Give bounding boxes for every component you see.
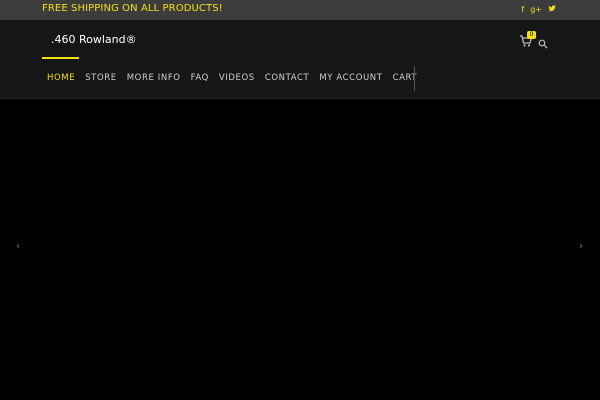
free-shipping-banner: FREE SHIPPING ON ALL PRODUCTS! — [42, 3, 223, 14]
active-indicator — [42, 57, 79, 59]
nav-divider — [414, 66, 415, 91]
site-logo[interactable]: .460 Rowland® — [51, 33, 137, 46]
nav-item-more-info[interactable]: MORE INFO — [122, 65, 186, 91]
top-bar: FREE SHIPPING ON ALL PRODUCTS! f g+ — [0, 0, 600, 20]
nav-item-faq[interactable]: FAQ — [186, 65, 214, 91]
cart-count-badge: 0 — [527, 31, 536, 39]
site-header: .460 Rowland® 0 HOME STORE MORE INFO FAQ… — [0, 20, 600, 99]
slider-next-icon[interactable]: › — [575, 240, 587, 254]
nav-item-my-account[interactable]: MY ACCOUNT — [314, 65, 387, 91]
nav-item-cart[interactable]: CART — [388, 65, 423, 91]
google-plus-icon[interactable]: g+ — [530, 4, 542, 16]
nav-item-videos[interactable]: VIDEOS — [214, 65, 260, 91]
nav-item-home[interactable]: HOME — [42, 65, 80, 91]
hero-slider: ‹ › — [0, 99, 600, 400]
nav-item-store[interactable]: STORE — [80, 65, 122, 91]
search-icon[interactable] — [538, 34, 548, 49]
twitter-bird-shape — [548, 5, 556, 12]
magnifier-shape — [538, 39, 548, 49]
main-nav: HOME STORE MORE INFO FAQ VIDEOS CONTACT … — [42, 65, 422, 91]
facebook-icon[interactable]: f — [521, 4, 524, 16]
slider-prev-icon[interactable]: ‹ — [12, 240, 24, 254]
nav-item-contact[interactable]: CONTACT — [260, 65, 315, 91]
social-links: f g+ — [521, 4, 556, 16]
twitter-icon[interactable] — [548, 4, 556, 16]
